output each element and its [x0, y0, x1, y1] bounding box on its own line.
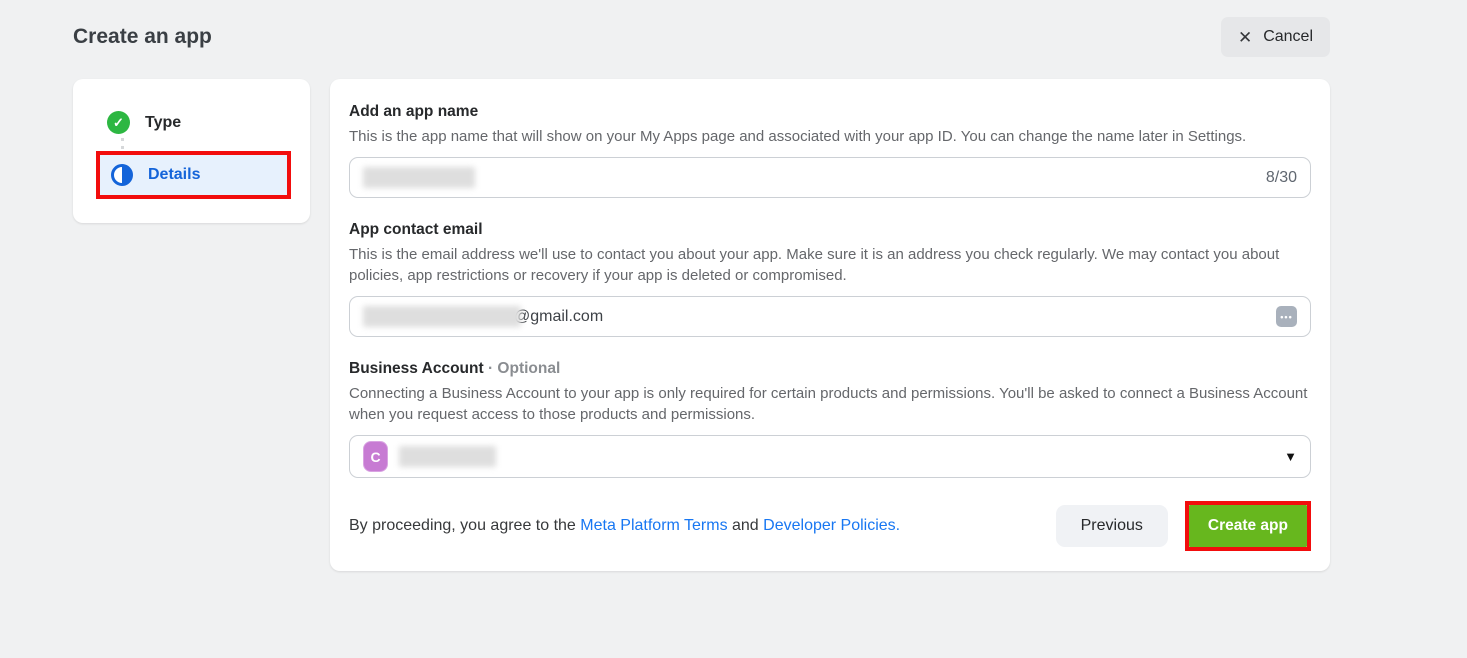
app-name-input[interactable]: 8/30 [349, 157, 1311, 198]
step-connector-dots [121, 138, 124, 149]
top-bar: Create an app ✕ Cancel [0, 0, 1467, 57]
create-app-form-card: Add an app name This is the app name tha… [330, 79, 1330, 571]
close-icon: ✕ [1238, 29, 1252, 46]
optional-tag: · Optional [484, 360, 561, 377]
annotation-details-highlight: Details [96, 151, 291, 199]
step-details[interactable]: Details [100, 155, 287, 195]
page-title: Create an app [73, 25, 212, 49]
step-type[interactable]: ✓ Type [93, 109, 290, 136]
app-name-label: Add an app name [349, 103, 1311, 121]
business-account-dropdown[interactable]: C ▼ [349, 435, 1311, 478]
content-area: ✓ Type Details Add an app name This is t… [0, 57, 1467, 571]
agreement-text: By proceeding, you agree to the Meta Pla… [349, 517, 900, 535]
create-app-button[interactable]: Create app [1189, 505, 1307, 547]
app-name-description: This is the app name that will show on y… [349, 126, 1311, 147]
character-counter: 8/30 [1266, 169, 1297, 187]
contact-email-label: App contact email [349, 221, 1311, 239]
business-account-label: Business Account · Optional [349, 360, 1311, 378]
contact-email-input[interactable]: @gmail.com ••• [349, 296, 1311, 337]
step-details-label: Details [148, 166, 200, 184]
steps-sidebar: ✓ Type Details [73, 79, 310, 223]
business-avatar: C [363, 441, 388, 472]
form-footer: By proceeding, you agree to the Meta Pla… [349, 501, 1311, 551]
developer-policies-link[interactable]: Developer Policies. [763, 517, 900, 534]
redacted-app-name-value [363, 167, 475, 188]
email-visible-text: @gmail.com [514, 308, 603, 326]
cancel-button[interactable]: ✕ Cancel [1221, 17, 1330, 57]
half-circle-progress-icon [111, 164, 133, 186]
annotation-create-app-highlight: Create app [1185, 501, 1311, 551]
redacted-business-name [399, 446, 496, 467]
meta-platform-terms-link[interactable]: Meta Platform Terms [580, 517, 727, 534]
contact-email-description: This is the email address we'll use to c… [349, 244, 1311, 286]
business-account-description: Connecting a Business Account to your ap… [349, 383, 1311, 425]
step-type-label: Type [145, 114, 181, 132]
cancel-button-label: Cancel [1263, 28, 1313, 46]
redacted-email-value [363, 306, 521, 327]
password-manager-autofill-icon[interactable]: ••• [1276, 306, 1297, 327]
chevron-down-icon: ▼ [1284, 449, 1297, 464]
previous-button[interactable]: Previous [1056, 505, 1168, 547]
check-circle-icon: ✓ [107, 111, 130, 134]
